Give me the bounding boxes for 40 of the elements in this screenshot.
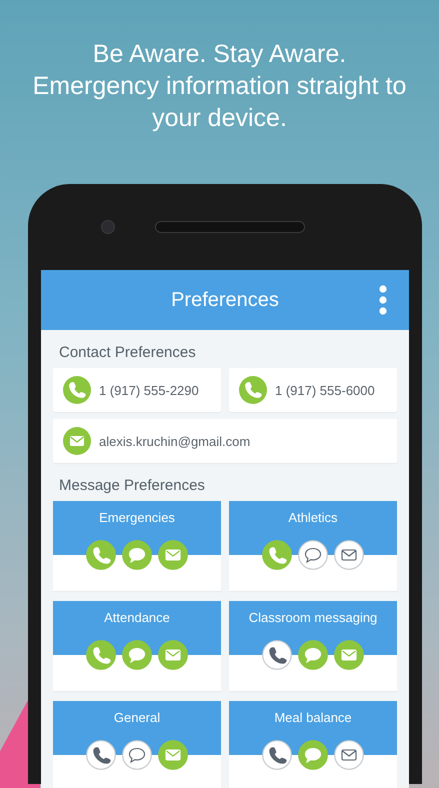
category-title: Classroom messaging	[248, 610, 378, 627]
contact-card[interactable]: alexis.kruchin@gmail.com	[53, 419, 397, 463]
envelope-icon	[63, 427, 91, 455]
headline-text: Emergency information straight to your device.	[32, 71, 408, 134]
phone-icon[interactable]	[262, 640, 292, 670]
speech-bubble-icon[interactable]	[122, 540, 152, 570]
category-title: General	[114, 710, 160, 727]
phone-icon	[239, 376, 267, 404]
section-heading: Message Preferences	[59, 477, 206, 494]
phone-icon[interactable]	[86, 540, 116, 570]
app-bar-title: Preferences	[171, 288, 279, 312]
phone-icon[interactable]	[262, 740, 292, 770]
phone-icon[interactable]	[86, 640, 116, 670]
envelope-icon[interactable]	[158, 640, 188, 670]
category-title: Meal balance	[274, 710, 352, 727]
phone-icon	[63, 376, 91, 404]
envelope-icon[interactable]	[334, 540, 364, 570]
contact-card[interactable]: 1 (917) 555-6000	[229, 368, 397, 412]
contact-value: 1 (917) 555-6000	[275, 382, 375, 398]
headline-text: Be Aware. Stay Aware.	[92, 39, 348, 70]
category-title: Attendance	[104, 610, 170, 627]
phone-icon[interactable]	[262, 540, 292, 570]
speech-bubble-icon[interactable]	[298, 640, 328, 670]
contact-card[interactable]: 1 (917) 555-2290	[53, 368, 221, 412]
envelope-icon[interactable]	[334, 740, 364, 770]
more-menu-icon[interactable]	[379, 285, 387, 315]
envelope-icon[interactable]	[158, 540, 188, 570]
speech-bubble-icon[interactable]	[122, 640, 152, 670]
contact-value: 1 (917) 555-2290	[99, 382, 199, 398]
speech-bubble-icon[interactable]	[298, 540, 328, 570]
category-title: Emergencies	[99, 510, 175, 527]
section-heading: Contact Preferences	[59, 344, 197, 361]
camera-icon	[101, 220, 115, 234]
speech-bubble-icon[interactable]	[122, 740, 152, 770]
contact-value: alexis.kruchin@gmail.com	[99, 434, 250, 448]
envelope-icon[interactable]	[334, 640, 364, 670]
envelope-icon[interactable]	[158, 740, 188, 770]
category-title: Athletics	[288, 510, 338, 527]
speech-bubble-icon[interactable]	[298, 740, 328, 770]
phone-icon[interactable]	[86, 740, 116, 770]
